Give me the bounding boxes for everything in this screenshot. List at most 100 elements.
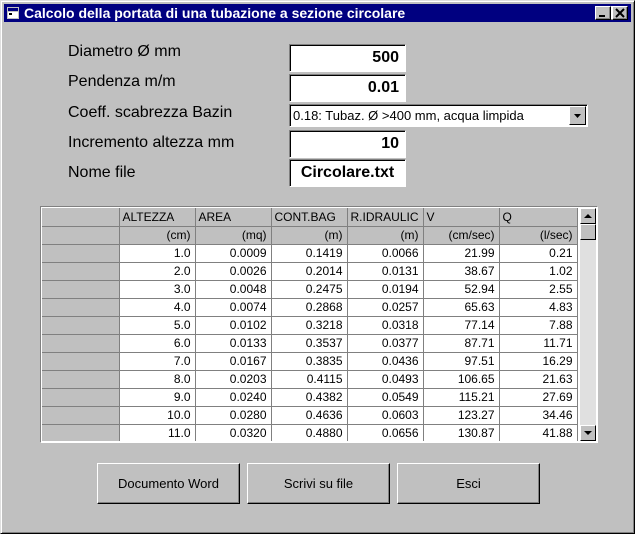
table-cell[interactable]: 0.0131 bbox=[347, 262, 424, 281]
table-cell[interactable]: 21.63 bbox=[499, 370, 578, 389]
table-cell[interactable]: 0.0203 bbox=[195, 370, 272, 389]
scrivi-su-file-button[interactable]: Scrivi su file bbox=[247, 463, 390, 504]
results-grid[interactable]: ALTEZZA AREA CONT.BAG R.IDRAULIC V Q (cm) (mq)(… bbox=[40, 206, 598, 443]
table-cell[interactable]: 9.0 bbox=[119, 388, 196, 407]
table-cell[interactable]: 27.69 bbox=[499, 388, 578, 407]
table-cell[interactable]: 4.83 bbox=[499, 298, 578, 317]
scroll-down-button[interactable] bbox=[580, 425, 596, 441]
row-header[interactable] bbox=[42, 298, 120, 317]
table-cell[interactable]: 52.94 bbox=[423, 280, 500, 299]
table-cell[interactable]: 0.0549 bbox=[347, 388, 424, 407]
table-cell[interactable]: 65.63 bbox=[423, 298, 500, 317]
table-cell[interactable]: 0.0074 bbox=[195, 298, 272, 317]
table-cell[interactable]: 106.65 bbox=[423, 370, 500, 389]
row-header[interactable] bbox=[42, 280, 120, 299]
table-cell[interactable]: 7.0 bbox=[119, 352, 196, 371]
table-cell[interactable]: 10.0 bbox=[119, 406, 196, 425]
table-cell[interactable]: 0.0066 bbox=[347, 244, 424, 263]
table-cell[interactable]: 0.0133 bbox=[195, 334, 272, 353]
table-cell[interactable]: 0.0009 bbox=[195, 244, 272, 263]
row-header[interactable] bbox=[42, 244, 120, 263]
scroll-up-button[interactable] bbox=[580, 208, 596, 224]
row-header[interactable] bbox=[42, 262, 120, 281]
table-cell[interactable]: 1.02 bbox=[499, 262, 578, 281]
table-cell[interactable]: 1.0 bbox=[119, 244, 196, 263]
vertical-scrollbar[interactable] bbox=[580, 208, 596, 441]
table-cell[interactable]: 87.71 bbox=[423, 334, 500, 353]
table-cell[interactable]: 38.67 bbox=[423, 262, 500, 281]
row-header[interactable] bbox=[42, 370, 120, 389]
table-cell[interactable]: 0.0320 bbox=[195, 424, 272, 441]
table-cell[interactable]: 0.1419 bbox=[271, 244, 348, 263]
table-cell[interactable]: 0.0026 bbox=[195, 262, 272, 281]
pendenza-input[interactable]: 0.01 bbox=[289, 74, 406, 102]
row-header[interactable] bbox=[42, 334, 120, 353]
row-header[interactable] bbox=[42, 226, 120, 245]
table-cell[interactable]: 123.27 bbox=[423, 406, 500, 425]
table-cell[interactable]: 2.0 bbox=[119, 262, 196, 281]
table-cell[interactable]: 0.4636 bbox=[271, 406, 348, 425]
row-header[interactable] bbox=[42, 388, 120, 407]
dropdown-button[interactable] bbox=[569, 106, 586, 125]
table-cell[interactable]: 0.4115 bbox=[271, 370, 348, 389]
table-cell[interactable]: 0.0257 bbox=[347, 298, 424, 317]
table-cell[interactable]: 0.2014 bbox=[271, 262, 348, 281]
table-cell[interactable]: 0.0603 bbox=[347, 406, 424, 425]
table-cell[interactable]: 0.2868 bbox=[271, 298, 348, 317]
minimize-button[interactable] bbox=[595, 6, 611, 20]
documento-word-button[interactable]: Documento Word bbox=[97, 463, 240, 504]
scroll-thumb[interactable] bbox=[580, 224, 596, 240]
table-cell[interactable]: 0.0102 bbox=[195, 316, 272, 335]
table-cell[interactable]: 11.71 bbox=[499, 334, 578, 353]
column-header[interactable]: CONT.BAG bbox=[271, 208, 348, 227]
table-cell[interactable]: 8.0 bbox=[119, 370, 196, 389]
table-cell[interactable]: 0.4880 bbox=[271, 424, 348, 441]
table-cell[interactable]: 0.0377 bbox=[347, 334, 424, 353]
table-cell[interactable]: 115.21 bbox=[423, 388, 500, 407]
table-cell[interactable]: 0.0656 bbox=[347, 424, 424, 441]
title-bar[interactable]: Calcolo della portata di una tubazione a… bbox=[4, 4, 631, 22]
table-cell[interactable]: 34.46 bbox=[499, 406, 578, 425]
column-header[interactable]: R.IDRAULIC bbox=[347, 208, 424, 227]
row-header[interactable] bbox=[42, 406, 120, 425]
nome-file-input[interactable]: Circolare.txt bbox=[289, 159, 406, 187]
table-cell[interactable]: 11.0 bbox=[119, 424, 196, 441]
incremento-input[interactable]: 10 bbox=[289, 130, 406, 158]
column-header[interactable]: AREA bbox=[195, 208, 272, 227]
table-cell[interactable]: 2.55 bbox=[499, 280, 578, 299]
column-header[interactable]: ALTEZZA bbox=[119, 208, 196, 227]
column-header[interactable]: V bbox=[423, 208, 500, 227]
table-cell[interactable]: 21.99 bbox=[423, 244, 500, 263]
table-cell[interactable]: 0.4382 bbox=[271, 388, 348, 407]
table-cell[interactable]: 0.0493 bbox=[347, 370, 424, 389]
table-cell[interactable]: 97.51 bbox=[423, 352, 500, 371]
table-cell[interactable]: 4.0 bbox=[119, 298, 196, 317]
table-cell[interactable]: 7.88 bbox=[499, 316, 578, 335]
table-cell[interactable]: 0.0436 bbox=[347, 352, 424, 371]
row-header[interactable] bbox=[42, 352, 120, 371]
table-cell[interactable]: 6.0 bbox=[119, 334, 196, 353]
table-cell[interactable]: 0.2475 bbox=[271, 280, 348, 299]
table-cell[interactable]: 0.0318 bbox=[347, 316, 424, 335]
table-cell[interactable]: 41.88 bbox=[499, 424, 578, 441]
table-cell[interactable]: 0.0048 bbox=[195, 280, 272, 299]
table-cell[interactable]: 3.0 bbox=[119, 280, 196, 299]
table-cell[interactable]: 0.3835 bbox=[271, 352, 348, 371]
row-header[interactable] bbox=[42, 316, 120, 335]
table-cell[interactable]: 0.0194 bbox=[347, 280, 424, 299]
table-cell[interactable]: 0.21 bbox=[499, 244, 578, 263]
coeff-bazin-select[interactable]: 0.18: Tubaz. Ø >400 mm, acqua limpida bbox=[289, 104, 588, 127]
esci-button[interactable]: Esci bbox=[397, 463, 540, 504]
table-cell[interactable]: 0.0167 bbox=[195, 352, 272, 371]
table-cell[interactable]: 5.0 bbox=[119, 316, 196, 335]
column-header[interactable]: Q bbox=[499, 208, 578, 227]
table-cell[interactable]: 130.87 bbox=[423, 424, 500, 441]
table-cell[interactable]: 0.3218 bbox=[271, 316, 348, 335]
row-header[interactable] bbox=[42, 424, 120, 441]
table-cell[interactable]: 16.29 bbox=[499, 352, 578, 371]
table-cell[interactable]: 0.3537 bbox=[271, 334, 348, 353]
table-cell[interactable]: 0.0240 bbox=[195, 388, 272, 407]
diametro-input[interactable]: 500 bbox=[289, 44, 406, 72]
close-button[interactable] bbox=[612, 6, 628, 20]
table-cell[interactable]: 0.0280 bbox=[195, 406, 272, 425]
